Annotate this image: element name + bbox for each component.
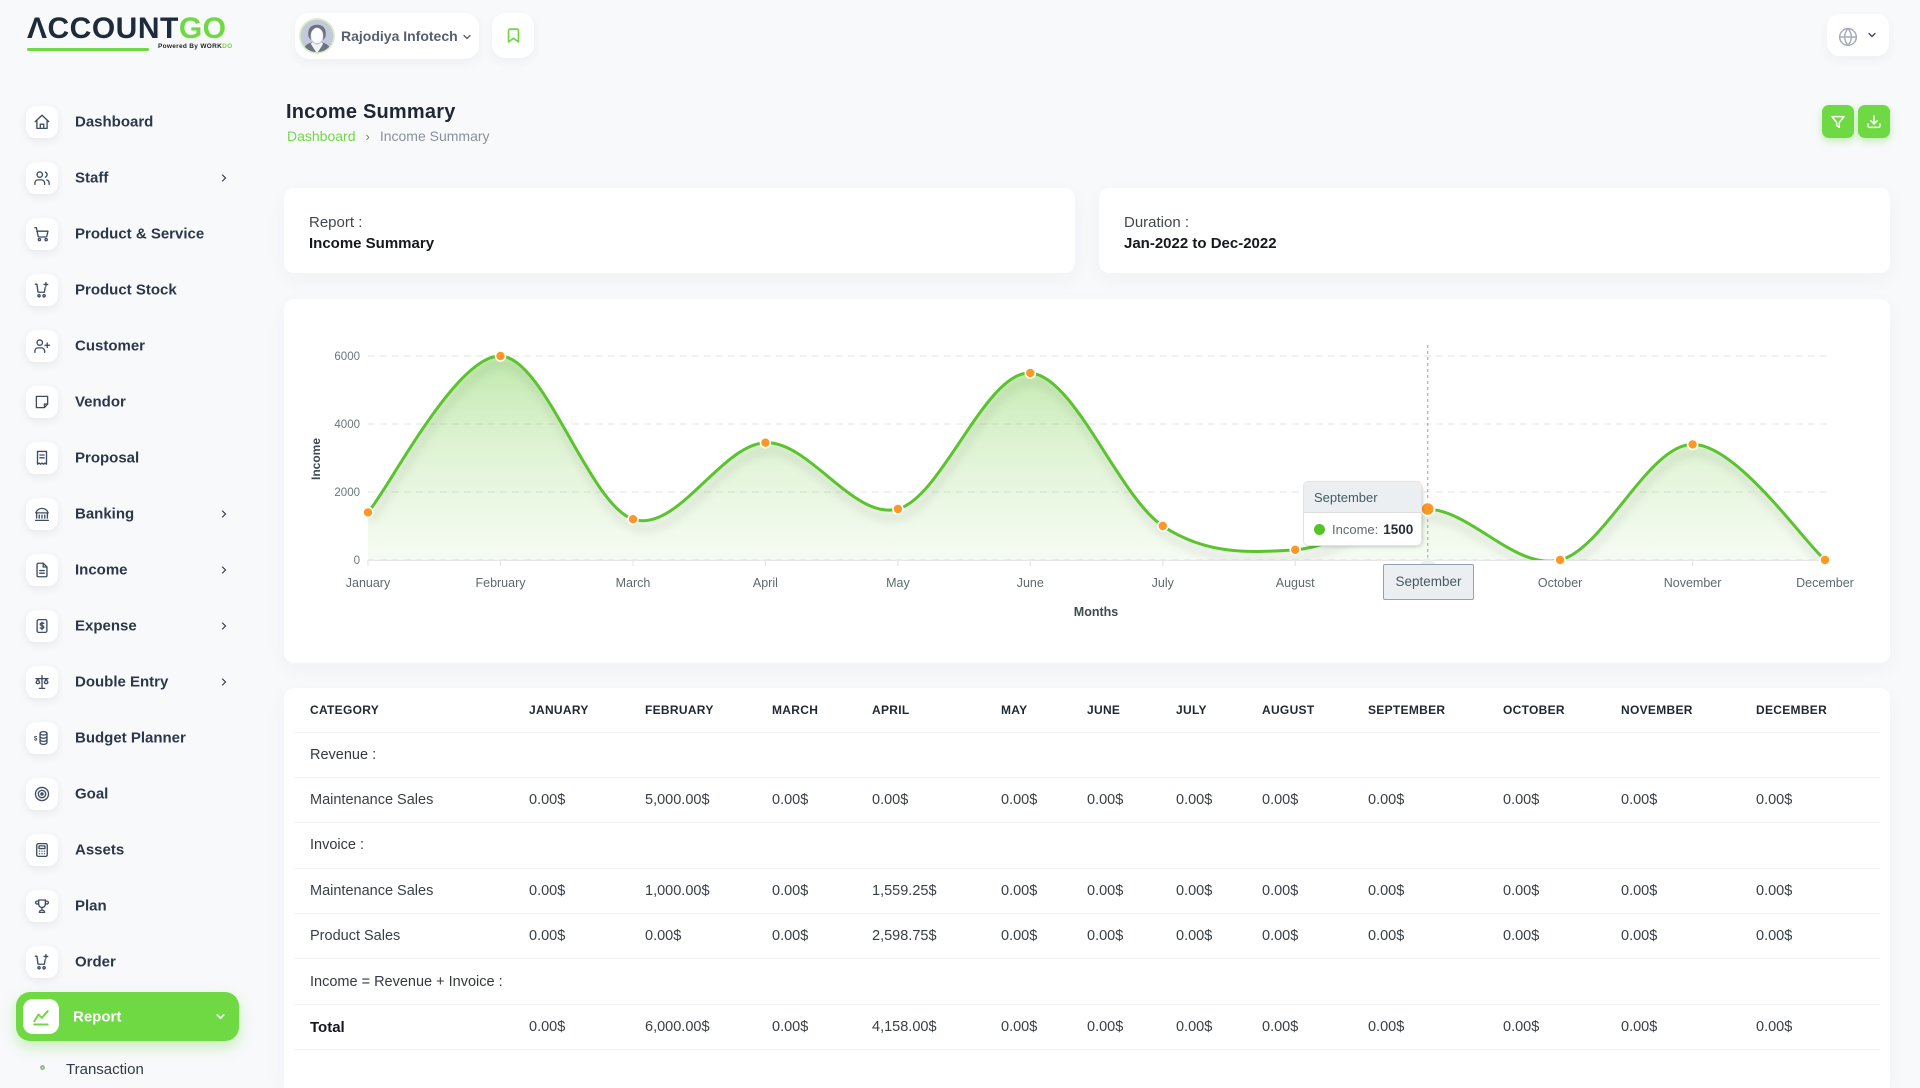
- svg-text:Months: Months: [1074, 605, 1118, 619]
- svg-text:December: December: [1796, 576, 1854, 590]
- svg-text:Income: Income: [309, 438, 323, 480]
- svg-text:2000: 2000: [334, 487, 360, 499]
- svg-text:June: June: [1017, 576, 1044, 590]
- svg-text:August: August: [1276, 576, 1315, 590]
- svg-text:March: March: [616, 576, 651, 590]
- svg-text:July: July: [1152, 576, 1175, 590]
- svg-text:February: February: [475, 576, 526, 590]
- svg-text:November: November: [1664, 576, 1722, 590]
- svg-text:May: May: [886, 576, 910, 590]
- svg-text:January: January: [346, 576, 391, 590]
- svg-text:4000: 4000: [334, 419, 360, 431]
- svg-text:April: April: [753, 576, 778, 590]
- svg-text:$: $: [34, 736, 38, 743]
- svg-text:October: October: [1538, 576, 1582, 590]
- svg-text:6000: 6000: [334, 351, 360, 363]
- svg-text:0: 0: [354, 555, 360, 567]
